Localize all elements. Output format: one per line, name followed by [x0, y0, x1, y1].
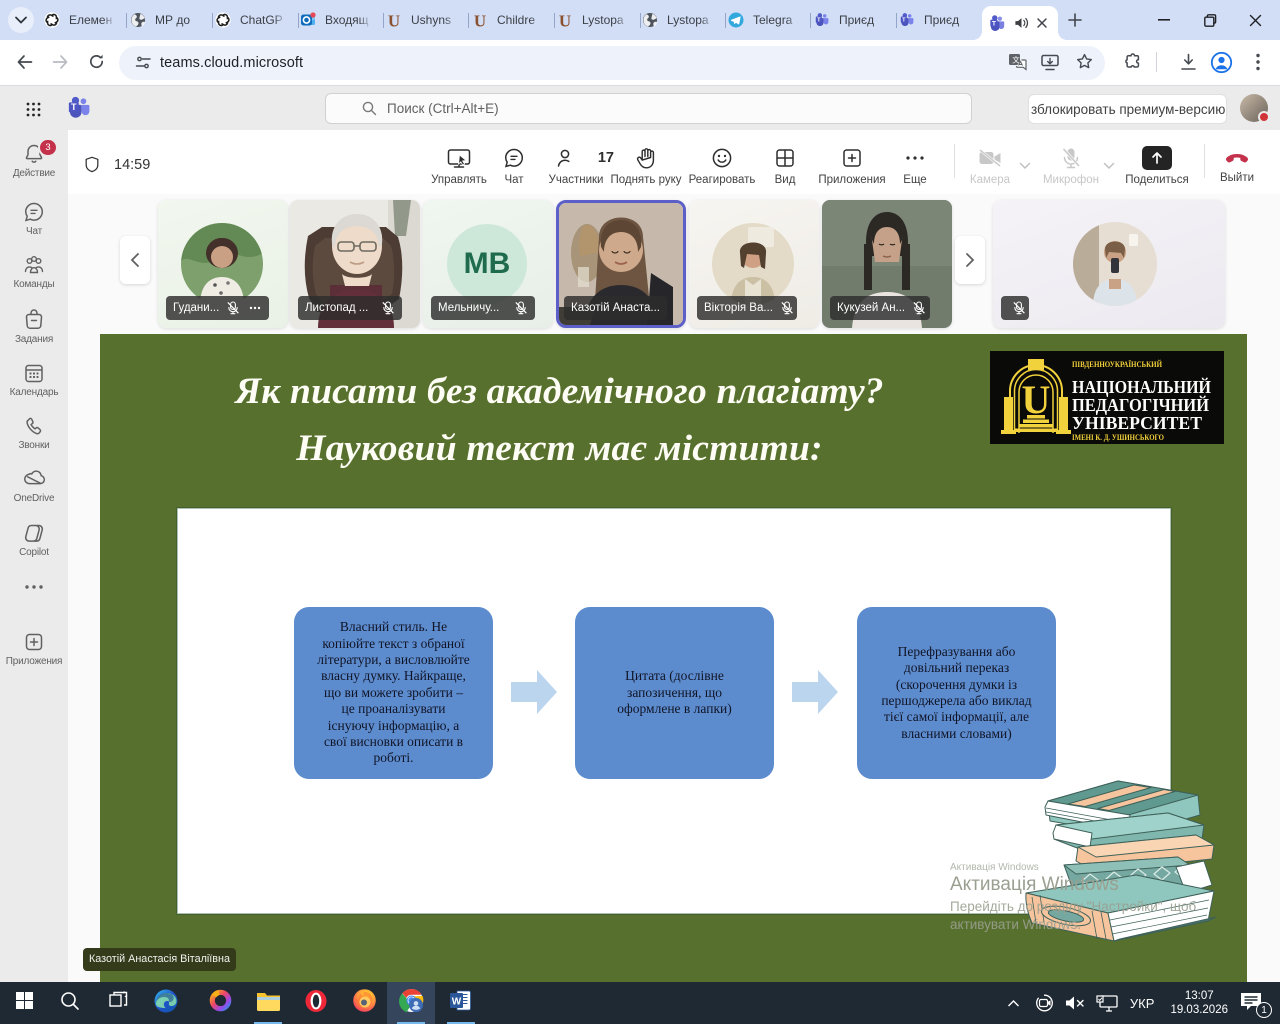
svg-text:T: T: [71, 102, 77, 112]
svg-text:U: U: [559, 12, 571, 28]
svg-text:ПЕДАГОГІЧНИЙ: ПЕДАГОГІЧНИЙ: [1072, 394, 1209, 415]
svg-text:W: W: [452, 997, 462, 1008]
svg-text:УНІВЕРСИТЕТ: УНІВЕРСИТЕТ: [1072, 413, 1202, 433]
svg-text:ПІВДЕННОУКРАЇНСЬКИЙ: ПІВДЕННОУКРАЇНСЬКИЙ: [1072, 360, 1163, 369]
svg-text:T: T: [817, 17, 821, 23]
svg-text:ІМЕНІ К. Д. УШИНСЬКОГО: ІМЕНІ К. Д. УШИНСЬКОГО: [1072, 433, 1164, 442]
svg-text:НАЦІОНАЛЬНИЙ: НАЦІОНАЛЬНИЙ: [1072, 376, 1211, 397]
svg-text:T: T: [902, 17, 906, 23]
svg-text:U: U: [474, 12, 486, 28]
svg-text:U: U: [388, 12, 400, 28]
